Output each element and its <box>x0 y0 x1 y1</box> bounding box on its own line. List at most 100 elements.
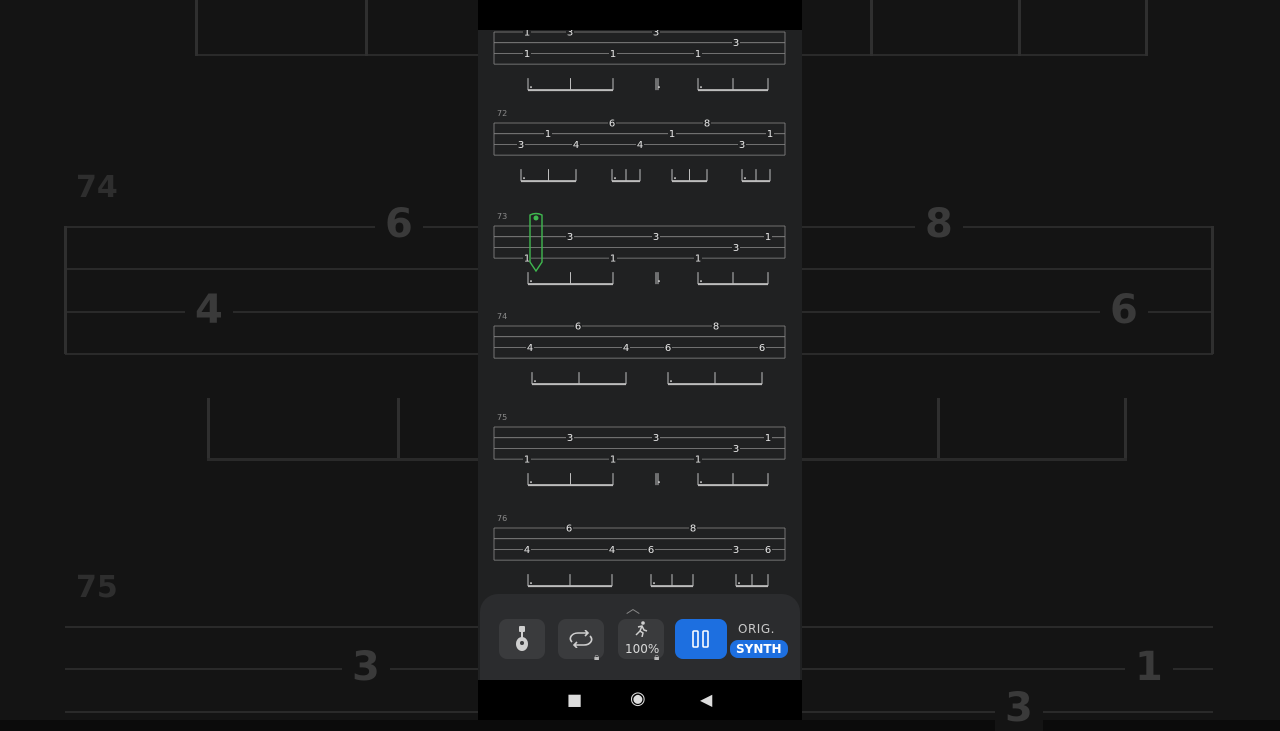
tab-note[interactable]: 3 <box>653 232 659 243</box>
guitar-button[interactable] <box>499 619 545 659</box>
bg-bar <box>397 398 400 460</box>
bg-line <box>802 226 1213 228</box>
tab-note[interactable]: 8 <box>690 524 696 535</box>
tab-note[interactable]: 1 <box>610 49 616 60</box>
bg-line <box>195 54 478 56</box>
bg-number: 3 <box>995 685 1043 731</box>
runner-icon <box>635 621 648 637</box>
rhythm-dot <box>658 86 660 89</box>
rhythm-dot <box>530 280 532 283</box>
phone-screen: 3 3 1 3 1 1 1 72 6 8 1 1 1 3 4 4 3 73 3 3 1 3 1 1 1 74 6 8 4 4 6 6 75 3 3 1… <box>478 0 802 720</box>
back-icon[interactable]: ◀ <box>700 690 712 709</box>
tab-note[interactable]: 6 <box>566 524 572 535</box>
measure-number: 73 <box>497 212 507 221</box>
tab-note[interactable]: 6 <box>759 343 765 354</box>
bg-line <box>802 54 1147 56</box>
bg-bar <box>64 226 67 354</box>
rhythm-dot <box>523 177 525 180</box>
tab-note[interactable]: 3 <box>739 140 745 151</box>
bg-number: 6 <box>375 201 423 247</box>
tab-note[interactable]: 1 <box>545 129 551 140</box>
tab-note[interactable]: 1 <box>695 254 701 265</box>
pause-button[interactable] <box>675 619 727 659</box>
tab-note[interactable]: 3 <box>733 38 739 49</box>
rhythm-dot <box>670 380 672 383</box>
tab-note[interactable]: 4 <box>573 140 579 151</box>
tab-note[interactable]: 1 <box>524 455 530 466</box>
bg-bar <box>1211 226 1214 354</box>
nav-bar: ■ ◉ ◀ <box>478 680 802 720</box>
tab-note[interactable]: 1 <box>695 455 701 466</box>
bg-line <box>65 268 478 270</box>
playback-cursor[interactable] <box>529 212 543 273</box>
status-bar <box>478 0 802 30</box>
bg-line <box>65 668 478 670</box>
bg-bar <box>207 398 210 460</box>
home-icon[interactable]: ◉ <box>630 688 646 709</box>
tab-note[interactable]: 4 <box>524 545 530 556</box>
tab-note[interactable]: 3 <box>518 140 524 151</box>
recents-icon[interactable]: ■ <box>567 690 582 709</box>
tab-note[interactable]: 6 <box>609 119 615 130</box>
cursor-handle[interactable] <box>533 215 539 221</box>
orig-toggle[interactable]: ORIG. <box>738 622 775 636</box>
rhythm-dot <box>530 582 532 585</box>
synth-toggle[interactable]: SYNTH <box>730 640 788 658</box>
bg-number: 1 <box>1125 644 1173 690</box>
bg-line <box>65 626 478 628</box>
rhythm-dot <box>700 481 702 484</box>
tab-note[interactable]: 1 <box>524 49 530 60</box>
tab-note[interactable]: 6 <box>665 343 671 354</box>
rhythm-dot <box>530 481 532 484</box>
guitar-icon <box>516 626 528 651</box>
bg-line <box>65 711 478 713</box>
bg-bar <box>1018 0 1021 56</box>
bg-number: 3 <box>342 644 390 690</box>
tab-note[interactable]: 3 <box>733 444 739 455</box>
tab-score[interactable]: 3 3 1 3 1 1 1 72 6 8 1 1 1 3 4 4 3 73 3 3 1 3 1 1 1 74 6 8 4 4 6 6 75 3 3 1… <box>478 0 802 600</box>
chevron-up-icon[interactable]: ︿ <box>626 598 640 618</box>
bg-measure-label: 75 <box>76 570 118 605</box>
bg-number: 4 <box>185 287 233 333</box>
tab-note[interactable]: 3 <box>733 545 739 556</box>
bg-bar <box>365 0 368 56</box>
tab-note[interactable]: 6 <box>765 545 771 556</box>
bg-number: 8 <box>915 201 963 247</box>
tab-note[interactable]: 3 <box>567 433 573 444</box>
tab-note[interactable]: 1 <box>695 49 701 60</box>
rhythm-dot <box>674 177 676 180</box>
tab-note[interactable]: 1 <box>765 232 771 243</box>
tab-note[interactable]: 3 <box>567 232 573 243</box>
rhythm-dot <box>744 177 746 180</box>
tab-note[interactable]: 3 <box>733 243 739 254</box>
rhythm-dot <box>530 86 532 89</box>
tab-note[interactable]: 8 <box>713 322 719 333</box>
tab-note[interactable]: 3 <box>653 433 659 444</box>
loop-icon <box>569 630 593 648</box>
bg-bar <box>195 0 198 56</box>
tab-note[interactable]: 1 <box>524 254 530 265</box>
tab-note[interactable]: 1 <box>765 433 771 444</box>
tab-note[interactable]: 1 <box>610 455 616 466</box>
tab-note[interactable]: 4 <box>609 545 615 556</box>
rhythm-dot <box>700 86 702 89</box>
tab-note[interactable]: 4 <box>623 343 629 354</box>
rhythm-dot <box>534 380 536 383</box>
tab-note[interactable]: 6 <box>648 545 654 556</box>
tab-note[interactable]: 6 <box>575 322 581 333</box>
rhythm-dot <box>614 177 616 180</box>
measure-number: 72 <box>497 109 507 118</box>
measure-number: 74 <box>497 312 507 321</box>
tab-note[interactable]: 4 <box>637 140 643 151</box>
playback-controls: ︿ 🔒︎ 100% 🔒︎ ORIG. SYNTH <box>480 594 800 694</box>
tab-note[interactable]: 8 <box>704 119 710 130</box>
tab-note[interactable]: 1 <box>767 129 773 140</box>
bg-line <box>802 268 1213 270</box>
tab-note[interactable]: 1 <box>669 129 675 140</box>
pause-icon <box>692 630 709 648</box>
lock-icon: 🔒︎ <box>594 652 600 663</box>
tab-note[interactable]: 1 <box>610 254 616 265</box>
bg-line <box>802 626 1213 628</box>
tab-note[interactable]: 4 <box>527 343 533 354</box>
bg-number: 6 <box>1100 287 1148 333</box>
